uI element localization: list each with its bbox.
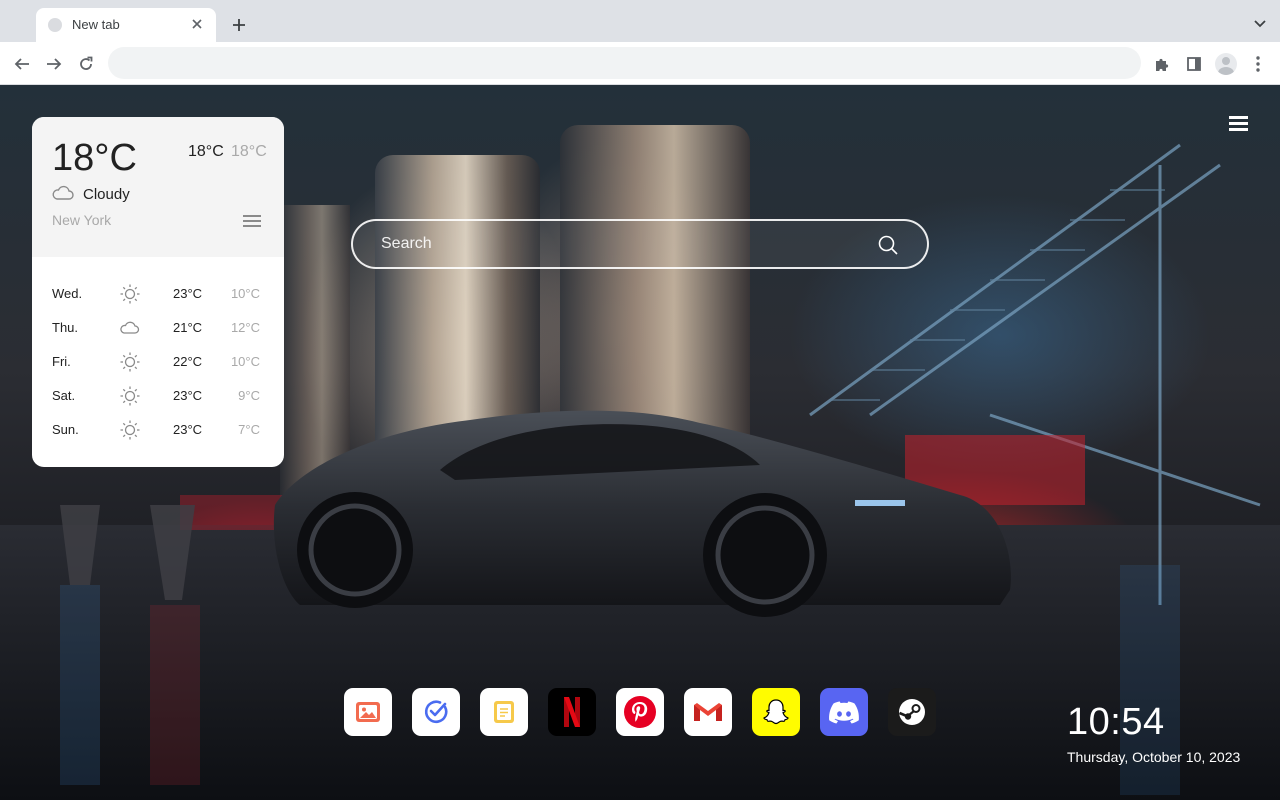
pinterest-icon [624,696,656,728]
clock-date: Thursday, October 10, 2023 [1067,749,1241,765]
notes-icon [494,701,514,723]
close-icon [192,19,202,29]
sun-icon [120,420,140,440]
forecast-day: Sat. [52,388,76,403]
forecast-high: 23°C [173,286,203,301]
dock-app-discord[interactable] [820,688,868,736]
weather-menu-button[interactable] [243,213,263,229]
forecast-low: 10°C [230,286,260,301]
forecast-high: 21°C [173,320,203,335]
weather-city: New York [52,212,112,228]
discord-icon [829,701,859,724]
forecast-day: Thu. [52,320,79,335]
tab-close-button[interactable] [188,15,206,33]
forecast-low: 10°C [230,354,260,369]
side-panel-button[interactable] [1181,51,1207,77]
sun-icon [120,352,140,372]
tab-new-tab[interactable]: New tab [36,8,216,42]
weather-widget[interactable]: 18°C 18°C 18°C Cloudy New York Wed. 23°C… [32,117,284,467]
arrow-left-icon [14,58,29,70]
forecast-row: Fri. 22°C 10°C [32,350,284,374]
back-button[interactable] [9,51,35,77]
reload-icon [80,56,93,70]
forecast-high: 23°C [173,422,203,437]
search-icon[interactable] [877,234,899,256]
search-box [351,219,929,269]
forecast-day: Wed. [52,286,83,301]
dock-app-notes[interactable] [480,688,528,736]
weather-condition: Cloudy [83,186,130,203]
avatar [1215,53,1237,75]
search-input[interactable] [381,232,861,256]
dock-app-pinterest[interactable] [616,688,664,736]
forecast-high: 22°C [173,354,203,369]
menu-line [243,220,261,222]
forecast-row: Thu. 21°C 12°C [32,316,284,340]
forecast-row: Sat. 23°C 9°C [32,384,284,408]
more-vert-icon [1256,56,1260,72]
forecast-low: 7°C [238,422,260,437]
tab-strip: New tab [0,0,1280,42]
extensions-button[interactable] [1149,51,1175,77]
cloud-icon [120,321,140,334]
puzzle-icon [1156,58,1169,71]
plus-icon [233,19,245,31]
temperature-high: 18°C [188,143,224,160]
snapchat-icon [763,699,789,725]
menu-line [243,215,261,217]
forward-button[interactable] [41,51,67,77]
page-menu-button[interactable] [1229,116,1249,134]
chevron-down-icon [1254,20,1266,28]
menu-line [1229,116,1248,119]
menu-line [1229,122,1248,125]
dock-app-snapchat[interactable] [752,688,800,736]
new-tab-page: 18°C 18°C 18°C Cloudy New York Wed. 23°C… [0,85,1280,800]
dock-app-steam[interactable] [888,688,936,736]
weather-current: 18°C 18°C 18°C Cloudy New York [32,117,284,257]
sun-icon [120,284,140,304]
netflix-icon [564,697,580,727]
tab-title: New tab [72,17,120,32]
current-temperature: 18°C [52,137,137,179]
browser-toolbar [0,42,1280,85]
dock-app-photos[interactable] [344,688,392,736]
reload-button[interactable] [73,51,99,77]
forecast-day: Fri. [52,354,71,369]
clock-time: 10:54 [1067,701,1165,743]
forecast-day: Sun. [52,422,79,437]
forecast-row: Wed. 23°C 10°C [32,282,284,306]
forecast-low: 9°C [238,388,260,403]
sun-icon [120,386,140,406]
profile-button[interactable] [1213,51,1239,77]
address-bar[interactable] [108,47,1141,79]
tab-favicon-icon [48,18,62,32]
dock-app-tasks[interactable] [412,688,460,736]
menu-line [243,225,261,227]
temperature-low: 18°C [231,143,267,160]
browser-menu-button[interactable] [1245,51,1271,77]
forecast-low: 12°C [230,320,260,335]
forecast-row: Sun. 23°C 7°C [32,418,284,442]
steam-icon [898,699,925,725]
cloud-icon [52,185,74,200]
tab-search-button[interactable] [1252,16,1268,32]
new-tab-button[interactable] [228,14,250,36]
forecast-high: 23°C [173,388,203,403]
gmail-icon [694,703,722,721]
side-panel-icon [1187,57,1201,71]
dock-app-gmail[interactable] [684,688,732,736]
dock-app-netflix[interactable] [548,688,596,736]
arrow-right-icon [47,58,62,70]
check-icon [424,700,448,724]
photos-icon [356,702,380,722]
menu-line [1229,128,1248,131]
